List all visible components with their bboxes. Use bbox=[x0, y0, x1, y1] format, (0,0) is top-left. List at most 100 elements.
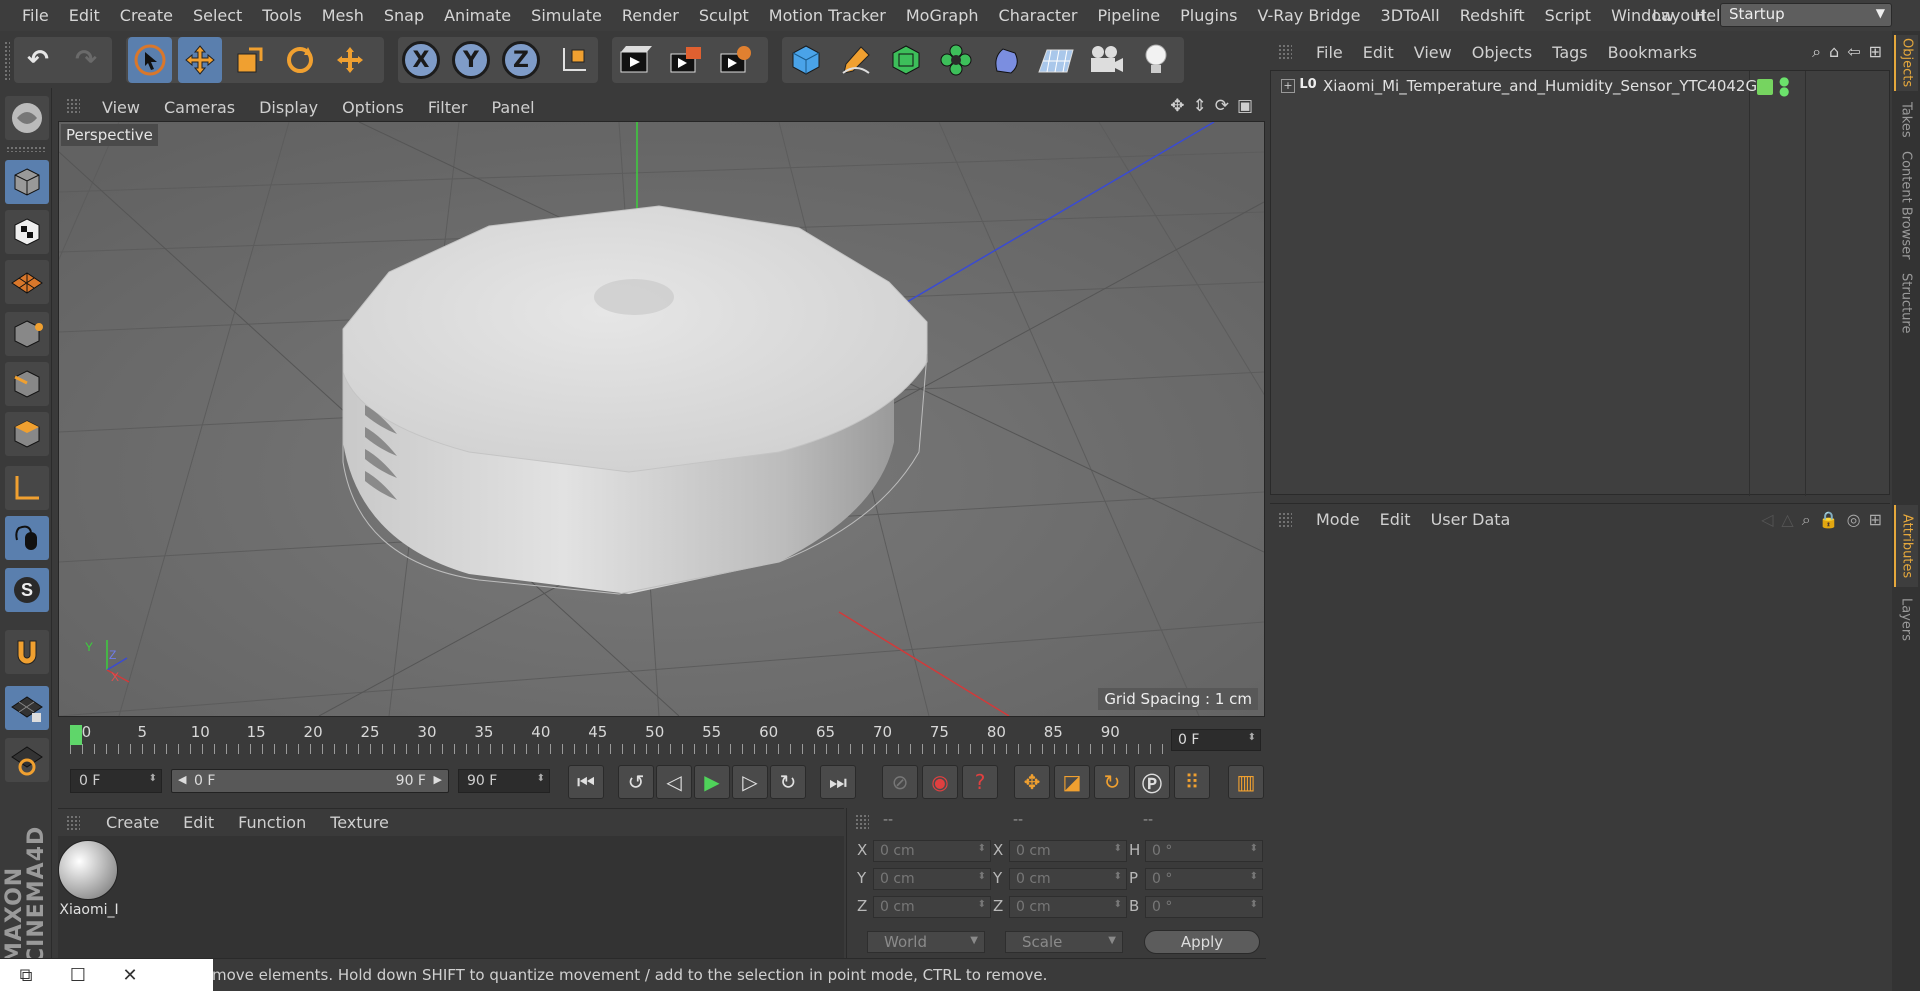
orbit-icon[interactable]: ⟳ bbox=[1215, 96, 1229, 116]
menu-motion-tracker[interactable]: Motion Tracker bbox=[759, 0, 896, 31]
material-swatch[interactable]: Xiaomi_I bbox=[58, 840, 120, 926]
spinner-icon[interactable]: ⬍ bbox=[1248, 732, 1256, 743]
planar-workplane-button[interactable] bbox=[5, 738, 49, 782]
render-view-button[interactable] bbox=[614, 37, 658, 83]
tab-objects[interactable]: Objects bbox=[1894, 35, 1918, 91]
chevron-left-icon[interactable]: ◀ bbox=[178, 773, 186, 786]
maximize-window-icon[interactable]: ☐ bbox=[52, 965, 104, 986]
recent-tool-button[interactable] bbox=[328, 37, 372, 83]
coordinate-mode-dropdown[interactable]: World ▼ bbox=[867, 931, 985, 953]
render-settings-button[interactable] bbox=[714, 37, 758, 83]
polygons-mode-button[interactable] bbox=[5, 412, 49, 456]
y-axis-lock-button[interactable]: Y bbox=[452, 41, 490, 79]
toolbar-grip[interactable] bbox=[4, 41, 10, 81]
object-menu-objects[interactable]: Objects bbox=[1462, 43, 1542, 62]
target-icon[interactable]: ◎ bbox=[1847, 510, 1861, 530]
menu-simulate[interactable]: Simulate bbox=[521, 0, 612, 31]
go-to-previous-frame-button[interactable]: ◁ bbox=[656, 765, 692, 799]
spinner-icon[interactable]: ⬍ bbox=[1250, 899, 1258, 910]
spinner-icon[interactable]: ⬍ bbox=[1114, 843, 1122, 854]
pos-y-field[interactable]: 0 cm ⬍ bbox=[873, 868, 991, 890]
spinner-icon[interactable]: ⬍ bbox=[978, 843, 986, 854]
size-x-field[interactable]: 0 cm ⬍ bbox=[1009, 840, 1127, 862]
new-window-icon[interactable]: ⊞ bbox=[1869, 42, 1882, 62]
move-tool-button[interactable] bbox=[178, 37, 222, 83]
keyframe-selection-button[interactable]: ? bbox=[962, 765, 998, 799]
object-manager-grip[interactable] bbox=[1278, 44, 1292, 60]
rot-h-field[interactable]: 0 ° ⬍ bbox=[1145, 840, 1263, 862]
coordinate-system-button[interactable] bbox=[552, 37, 596, 83]
viewport-menu-panel[interactable]: Panel bbox=[479, 98, 546, 117]
point-level-animation-button[interactable]: ⠿ bbox=[1174, 765, 1210, 799]
up-arrow-icon[interactable]: △ bbox=[1781, 510, 1793, 530]
lock-icon[interactable]: 🔒 bbox=[1819, 510, 1839, 530]
go-to-next-frame-button[interactable]: ▷ bbox=[732, 765, 768, 799]
material-menu-create[interactable]: Create bbox=[94, 813, 171, 832]
menu-select[interactable]: Select bbox=[183, 0, 252, 31]
play-button[interactable]: ▶ bbox=[694, 765, 730, 799]
pos-z-field[interactable]: 0 cm ⬍ bbox=[873, 896, 991, 918]
perspective-viewport[interactable]: Perspective Y Z X Grid Spacing : 1 cm bbox=[58, 121, 1265, 717]
attributes-menu-mode[interactable]: Mode bbox=[1306, 510, 1370, 529]
scale-tool-button[interactable] bbox=[228, 37, 272, 83]
apply-button[interactable]: Apply bbox=[1144, 930, 1260, 954]
cube-object-button[interactable] bbox=[784, 37, 828, 83]
menu-render[interactable]: Render bbox=[612, 0, 689, 31]
menu-tools[interactable]: Tools bbox=[252, 0, 311, 31]
coordinates-grip[interactable] bbox=[855, 814, 869, 830]
go-to-next-key-button[interactable]: ↻ bbox=[770, 765, 806, 799]
subdivision-surface-button[interactable] bbox=[884, 37, 928, 83]
layer-color-tag[interactable] bbox=[1757, 79, 1773, 95]
palette-grip[interactable] bbox=[6, 146, 46, 152]
texture-mode-button[interactable] bbox=[5, 210, 49, 254]
cloner-button[interactable] bbox=[934, 37, 978, 83]
x-axis-lock-button[interactable]: X bbox=[402, 41, 440, 79]
menu-plugins[interactable]: Plugins bbox=[1170, 0, 1247, 31]
solo-mode-button[interactable]: S bbox=[5, 568, 49, 612]
floor-object-button[interactable] bbox=[1034, 37, 1078, 83]
menu-mesh[interactable]: Mesh bbox=[312, 0, 374, 31]
scale-key-button[interactable]: ◪ bbox=[1054, 765, 1090, 799]
min-time-field[interactable]: 0 F ⬍ bbox=[70, 769, 162, 793]
model-mode-button[interactable] bbox=[5, 160, 49, 204]
object-menu-bookmarks[interactable]: Bookmarks bbox=[1598, 43, 1707, 62]
pan-icon[interactable]: ✥ bbox=[1170, 96, 1184, 116]
material-menu-edit[interactable]: Edit bbox=[171, 813, 226, 832]
live-selection-button[interactable] bbox=[128, 37, 172, 83]
make-editable-button[interactable] bbox=[5, 96, 49, 140]
go-to-start-button[interactable]: ⏮ bbox=[568, 765, 604, 799]
attributes-menu-edit[interactable]: Edit bbox=[1370, 510, 1421, 529]
material-grip[interactable] bbox=[66, 815, 80, 831]
redo-button[interactable]: ↷ bbox=[64, 37, 108, 83]
z-axis-lock-button[interactable]: Z bbox=[502, 41, 540, 79]
viewport-camera-label[interactable]: Perspective bbox=[61, 124, 158, 146]
new-window-icon[interactable]: ⊞ bbox=[1869, 510, 1882, 530]
back-icon[interactable]: ⇦ bbox=[1847, 42, 1860, 62]
menu-script[interactable]: Script bbox=[1535, 0, 1601, 31]
undo-button[interactable]: ↶ bbox=[16, 37, 60, 83]
visibility-dots[interactable]: ● ● bbox=[1779, 75, 1789, 97]
pos-x-field[interactable]: 0 cm ⬍ bbox=[873, 840, 991, 862]
go-to-end-button[interactable]: ⏭ bbox=[820, 765, 856, 799]
material-menu-texture[interactable]: Texture bbox=[318, 813, 401, 832]
go-to-previous-key-button[interactable]: ↺ bbox=[618, 765, 654, 799]
spinner-icon[interactable]: ⬍ bbox=[1114, 899, 1122, 910]
pen-tool-button[interactable] bbox=[834, 37, 878, 83]
search-icon[interactable]: ⌕ bbox=[1802, 510, 1811, 530]
zoom-icon[interactable]: ⇕ bbox=[1192, 96, 1206, 116]
spinner-icon[interactable]: ⬍ bbox=[978, 899, 986, 910]
attributes-grip[interactable] bbox=[1278, 512, 1292, 528]
max-time-field[interactable]: 90 F ⬍ bbox=[458, 769, 550, 793]
axis-mode-button[interactable] bbox=[5, 466, 49, 510]
rot-p-field[interactable]: 0 ° ⬍ bbox=[1145, 868, 1263, 890]
menu-3dtoall[interactable]: 3DToAll bbox=[1371, 0, 1450, 31]
tab-structure[interactable]: Structure bbox=[1894, 265, 1918, 341]
parameter-key-button[interactable]: Ⓟ bbox=[1134, 765, 1170, 799]
viewport-menu-display[interactable]: Display bbox=[247, 98, 330, 117]
viewport-grip[interactable] bbox=[66, 98, 80, 114]
object-row[interactable]: + L0 Xiaomi_Mi_Temperature_and_Humidity_… bbox=[1271, 73, 1891, 99]
menu-mograph[interactable]: MoGraph bbox=[896, 0, 989, 31]
object-name[interactable]: Xiaomi_Mi_Temperature_and_Humidity_Senso… bbox=[1323, 77, 1765, 95]
timeline-ruler[interactable]: 0 5 10 15 20 25 30 35 40 45 50 55 60 65 … bbox=[58, 717, 1265, 757]
timeline-window-button[interactable]: ▥ bbox=[1228, 765, 1264, 799]
